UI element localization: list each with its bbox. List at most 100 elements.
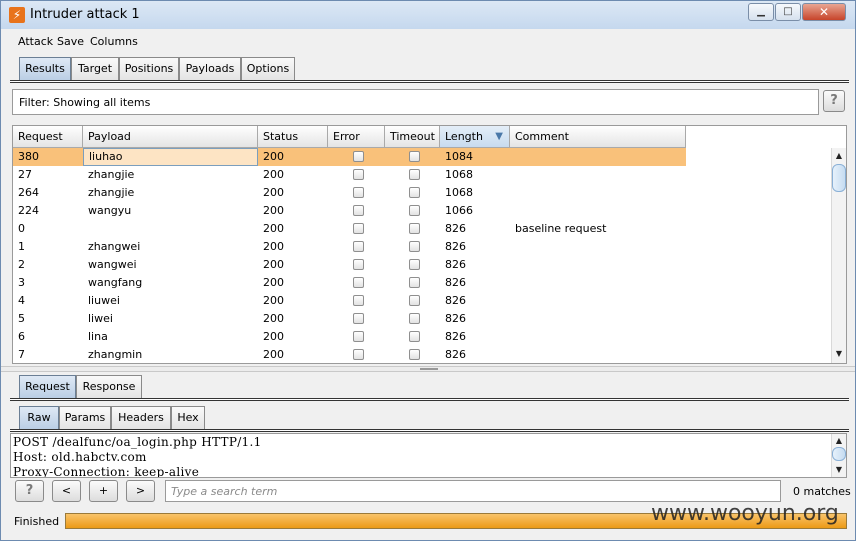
cell-length[interactable]: 826 bbox=[440, 274, 510, 292]
cell-request[interactable]: 2 bbox=[13, 256, 83, 274]
error-checkbox[interactable] bbox=[353, 277, 364, 288]
cell-payload[interactable]: wangyu bbox=[83, 202, 258, 220]
cell-timeout[interactable] bbox=[385, 238, 440, 256]
col-length[interactable]: Length ▼ bbox=[440, 126, 510, 148]
cell-payload[interactable] bbox=[83, 220, 258, 238]
filter-help-button[interactable]: ? bbox=[823, 90, 845, 112]
maximize-button[interactable]: □ bbox=[775, 3, 801, 21]
search-help-button[interactable]: ? bbox=[15, 480, 44, 502]
cell-status[interactable]: 200 bbox=[258, 220, 328, 238]
error-checkbox[interactable] bbox=[353, 349, 364, 360]
cell-comment[interactable] bbox=[510, 328, 686, 346]
table-row[interactable]: 27 zhangjie 200 1068 bbox=[13, 166, 686, 184]
cell-timeout[interactable] bbox=[385, 166, 440, 184]
error-checkbox[interactable] bbox=[353, 151, 364, 162]
col-status[interactable]: Status bbox=[258, 126, 328, 148]
table-row[interactable]: 264 zhangjie 200 1068 bbox=[13, 184, 686, 202]
editor-scrollbar[interactable]: ▲ ▼ bbox=[831, 434, 846, 477]
cell-status[interactable]: 200 bbox=[258, 184, 328, 202]
error-checkbox[interactable] bbox=[353, 295, 364, 306]
menu-columns[interactable]: Columns bbox=[90, 35, 138, 48]
cell-length[interactable]: 826 bbox=[440, 220, 510, 238]
menu-attack[interactable]: Attack bbox=[18, 35, 53, 48]
cell-error[interactable] bbox=[328, 202, 385, 220]
scroll-thumb[interactable] bbox=[832, 164, 846, 192]
cell-comment[interactable] bbox=[510, 238, 686, 256]
add-match-button[interactable]: + bbox=[89, 480, 118, 502]
cell-request[interactable]: 1 bbox=[13, 238, 83, 256]
table-row[interactable]: 0 200 826 baseline request bbox=[13, 220, 686, 238]
cell-request[interactable]: 264 bbox=[13, 184, 83, 202]
cell-error[interactable] bbox=[328, 166, 385, 184]
cell-timeout[interactable] bbox=[385, 310, 440, 328]
cell-comment[interactable] bbox=[510, 292, 686, 310]
cell-length[interactable]: 1068 bbox=[440, 166, 510, 184]
cell-comment[interactable] bbox=[510, 202, 686, 220]
minimize-button[interactable]: ▁ bbox=[748, 3, 774, 21]
table-row[interactable]: 5 liwei 200 826 bbox=[13, 310, 686, 328]
next-match-button[interactable]: > bbox=[126, 480, 155, 502]
table-row[interactable]: 2 wangwei 200 826 bbox=[13, 256, 686, 274]
cell-timeout[interactable] bbox=[385, 292, 440, 310]
cell-status[interactable]: 200 bbox=[258, 148, 328, 166]
timeout-checkbox[interactable] bbox=[409, 331, 420, 342]
cell-comment[interactable]: baseline request bbox=[510, 220, 686, 238]
cell-timeout[interactable] bbox=[385, 220, 440, 238]
timeout-checkbox[interactable] bbox=[409, 295, 420, 306]
error-checkbox[interactable] bbox=[353, 187, 364, 198]
cell-error[interactable] bbox=[328, 256, 385, 274]
cell-request[interactable]: 0 bbox=[13, 220, 83, 238]
cell-error[interactable] bbox=[328, 148, 385, 166]
cell-error[interactable] bbox=[328, 184, 385, 202]
cell-error[interactable] bbox=[328, 292, 385, 310]
cell-error[interactable] bbox=[328, 328, 385, 346]
error-checkbox[interactable] bbox=[353, 259, 364, 270]
timeout-checkbox[interactable] bbox=[409, 313, 420, 324]
cell-error[interactable] bbox=[328, 238, 385, 256]
col-payload[interactable]: Payload bbox=[83, 126, 258, 148]
tab-results[interactable]: Results bbox=[19, 57, 71, 81]
timeout-checkbox[interactable] bbox=[409, 223, 420, 234]
timeout-checkbox[interactable] bbox=[409, 259, 420, 270]
scroll-down-icon[interactable]: ▼ bbox=[832, 347, 846, 361]
cell-request[interactable]: 380 bbox=[13, 148, 83, 166]
tab-request[interactable]: Request bbox=[19, 375, 76, 399]
error-checkbox[interactable] bbox=[353, 331, 364, 342]
timeout-checkbox[interactable] bbox=[409, 349, 420, 360]
table-row[interactable]: 3 wangfang 200 826 bbox=[13, 274, 686, 292]
menu-save[interactable]: Save bbox=[57, 35, 84, 48]
cell-payload[interactable]: liwei bbox=[83, 310, 258, 328]
cell-payload[interactable]: liuwei bbox=[83, 292, 258, 310]
cell-request[interactable]: 3 bbox=[13, 274, 83, 292]
cell-payload[interactable]: lina bbox=[83, 328, 258, 346]
table-row[interactable]: 7 zhangmin 200 826 bbox=[13, 346, 686, 363]
splitter-grip[interactable] bbox=[420, 368, 438, 370]
search-input[interactable] bbox=[165, 480, 781, 502]
cell-timeout[interactable] bbox=[385, 184, 440, 202]
timeout-checkbox[interactable] bbox=[409, 151, 420, 162]
table-row[interactable]: 1 zhangwei 200 826 bbox=[13, 238, 686, 256]
cell-length[interactable]: 826 bbox=[440, 256, 510, 274]
cell-status[interactable]: 200 bbox=[258, 166, 328, 184]
tab-target[interactable]: Target bbox=[71, 57, 119, 81]
cell-length[interactable]: 1084 bbox=[440, 148, 510, 166]
editor-scroll-thumb[interactable] bbox=[832, 447, 846, 461]
error-checkbox[interactable] bbox=[353, 313, 364, 324]
cell-timeout[interactable] bbox=[385, 256, 440, 274]
cell-status[interactable]: 200 bbox=[258, 238, 328, 256]
cell-request[interactable]: 6 bbox=[13, 328, 83, 346]
tab-payloads[interactable]: Payloads bbox=[179, 57, 241, 81]
cell-comment[interactable] bbox=[510, 148, 686, 166]
cell-payload[interactable]: zhangwei bbox=[83, 238, 258, 256]
cell-request[interactable]: 4 bbox=[13, 292, 83, 310]
pane-splitter[interactable] bbox=[1, 366, 855, 372]
title-bar[interactable]: ⚡ Intruder attack 1 ▁ □ ✕ bbox=[1, 1, 855, 29]
cell-payload[interactable]: zhangjie bbox=[83, 184, 258, 202]
cell-request[interactable]: 5 bbox=[13, 310, 83, 328]
error-checkbox[interactable] bbox=[353, 205, 364, 216]
col-error[interactable]: Error bbox=[328, 126, 385, 148]
tab-headers[interactable]: Headers bbox=[111, 406, 171, 430]
cell-comment[interactable] bbox=[510, 256, 686, 274]
cell-length[interactable]: 826 bbox=[440, 310, 510, 328]
cell-payload[interactable]: liuhao bbox=[83, 148, 258, 166]
